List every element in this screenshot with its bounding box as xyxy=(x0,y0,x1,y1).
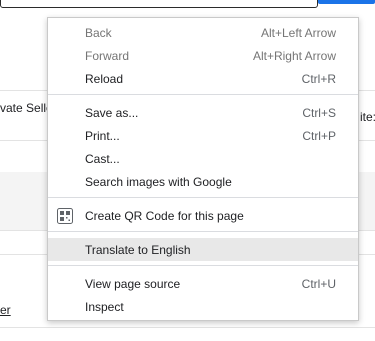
menu-separator xyxy=(48,94,358,95)
menu-item-label: Back xyxy=(85,25,112,40)
page-link-fragment[interactable]: er xyxy=(0,303,11,317)
menu-separator xyxy=(48,197,358,198)
menu-item-shortcut: Ctrl+P xyxy=(302,128,336,143)
menu-item-inspect[interactable]: Inspect xyxy=(48,295,358,318)
page-search-input[interactable] xyxy=(0,0,318,8)
menu-item-label: Forward xyxy=(85,48,130,63)
page-text-fragment: vate Selle xyxy=(0,101,53,115)
page-blue-button[interactable] xyxy=(318,0,375,4)
menu-item-label: View page source xyxy=(85,276,181,291)
page-divider xyxy=(0,327,375,328)
menu-item-label: Search images with Google xyxy=(85,174,232,189)
menu-item-label: Reload xyxy=(85,71,124,86)
menu-item-reload[interactable]: Reload Ctrl+R xyxy=(48,67,358,90)
menu-item-print[interactable]: Print... Ctrl+P xyxy=(48,124,358,147)
menu-item-shortcut: Alt+Right Arrow xyxy=(252,48,336,63)
menu-item-label: Translate to English xyxy=(85,242,191,257)
menu-item-search-images[interactable]: Search images with Google xyxy=(48,170,358,193)
menu-item-back[interactable]: Back Alt+Left Arrow xyxy=(48,21,358,44)
menu-item-label: Print... xyxy=(85,128,120,143)
menu-separator xyxy=(48,265,358,266)
qr-code-icon xyxy=(57,208,73,224)
page-text-fragment-right: ite: xyxy=(360,110,375,124)
menu-item-shortcut: Ctrl+S xyxy=(302,105,336,120)
menu-item-create-qr-code[interactable]: Create QR Code for this page xyxy=(48,204,358,227)
menu-item-label: Save as... xyxy=(85,105,139,120)
menu-item-shortcut: Alt+Left Arrow xyxy=(260,25,336,40)
menu-item-translate[interactable]: Translate to English xyxy=(48,238,358,261)
menu-item-cast[interactable]: Cast... xyxy=(48,147,358,170)
menu-item-view-source[interactable]: View page source Ctrl+U xyxy=(48,272,358,295)
menu-item-label: Inspect xyxy=(85,299,124,314)
menu-item-save-as[interactable]: Save as... Ctrl+S xyxy=(48,101,358,124)
menu-item-label: Create QR Code for this page xyxy=(85,208,244,223)
menu-item-label: Cast... xyxy=(85,151,120,166)
menu-item-shortcut: Ctrl+U xyxy=(301,276,336,291)
page-top-bar xyxy=(0,0,375,14)
menu-separator xyxy=(48,231,358,232)
menu-item-shortcut: Ctrl+R xyxy=(301,71,336,86)
context-menu: Back Alt+Left Arrow Forward Alt+Right Ar… xyxy=(47,17,359,321)
menu-item-forward[interactable]: Forward Alt+Right Arrow xyxy=(48,44,358,67)
